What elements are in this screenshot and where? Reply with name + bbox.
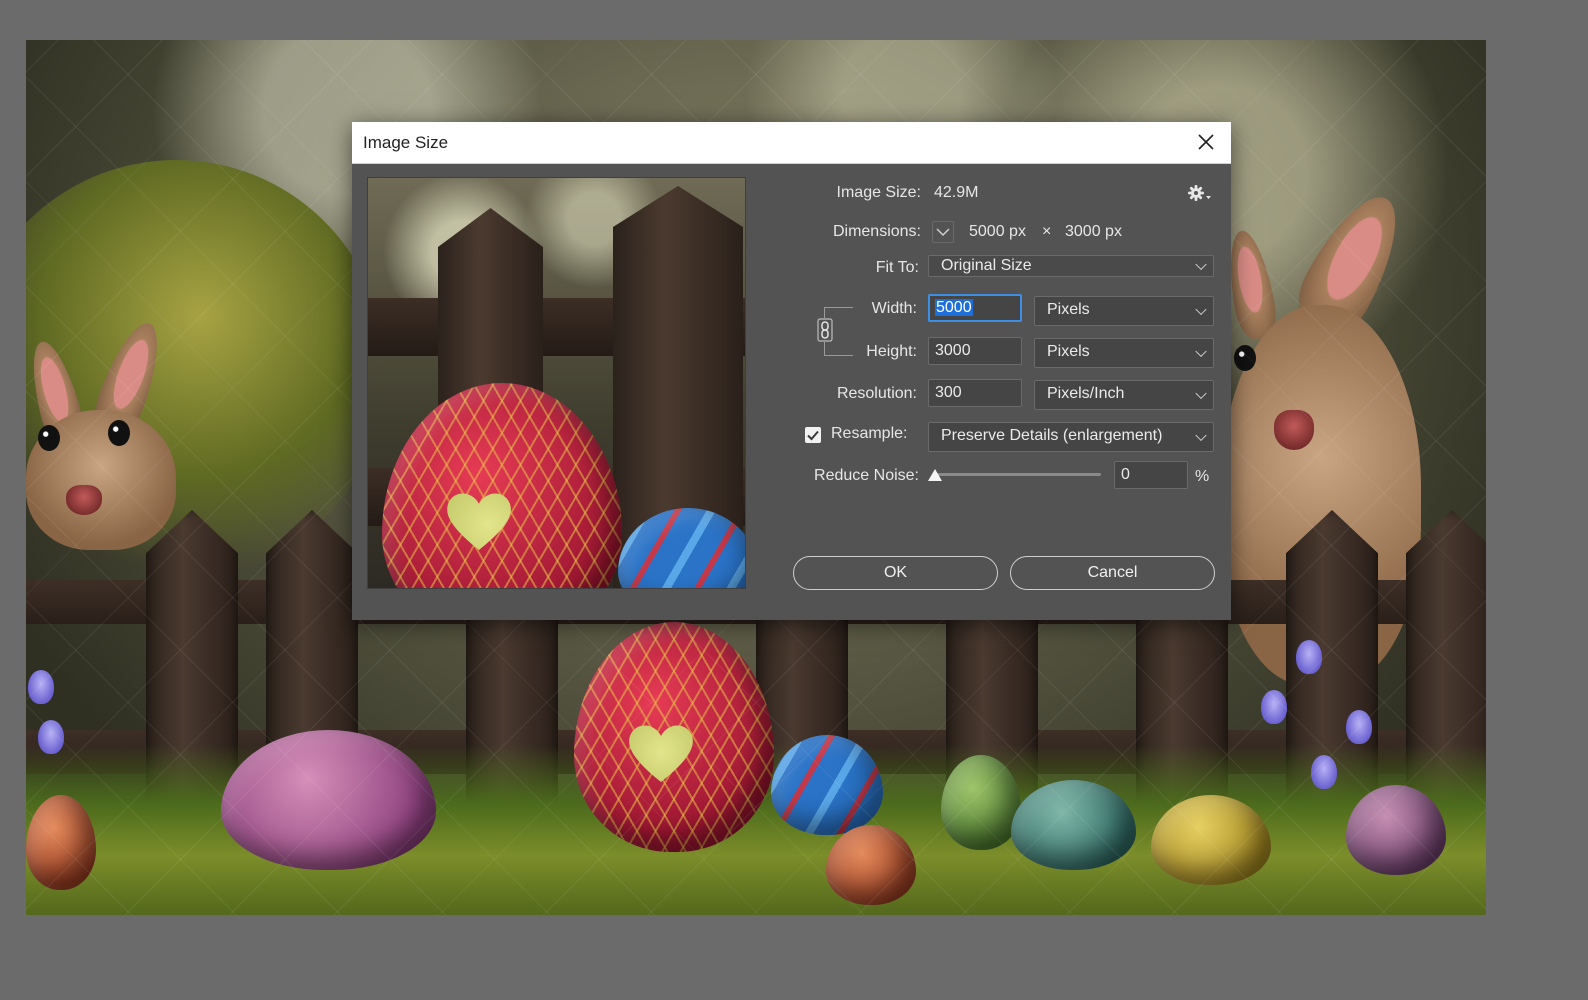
resolution-unit-select[interactable]: Pixels/Inch [1034,380,1214,410]
height-unit-value: Pixels [1047,343,1090,360]
chevron-down-icon [1195,387,1207,400]
width-input[interactable]: 5000 [928,294,1022,322]
left-bunny-eye [108,420,130,446]
dialog-titlebar[interactable]: Image Size [352,122,1231,164]
resolution-value: 300 [935,384,962,401]
bluebell-flower [28,670,54,704]
settings-button[interactable] [1187,184,1213,204]
dimensions-label: Dimensions: [832,223,921,240]
reduce-noise-label: Reduce Noise: [814,467,919,484]
chevron-down-icon [1195,303,1207,316]
fit-to-value: Original Size [941,257,1032,274]
dimensions-height-value: 3000 px [1065,223,1122,240]
chevron-down-icon [1195,429,1207,442]
constrain-bracket-bottom [824,341,853,356]
reduce-noise-slider-track[interactable] [935,473,1101,476]
fit-to-select[interactable]: Original Size [928,255,1214,277]
chevron-down-icon [936,228,950,237]
close-x-icon [1198,134,1214,150]
resample-checkbox[interactable] [805,427,821,443]
left-bunny-eye [38,425,60,451]
image-size-dialog: Image Size Image Size: 42.9M Dimensions:… [352,122,1231,620]
resolution-unit-value: Pixels/Inch [1047,385,1125,402]
chain-link-icon [817,318,833,342]
reduce-noise-value: 0 [1121,466,1130,483]
dimensions-times-symbol: × [1042,223,1052,240]
dialog-title: Image Size [363,133,449,152]
resolution-label: Resolution: [836,385,917,402]
height-input[interactable]: 3000 [928,337,1022,365]
width-value: 5000 [935,299,973,316]
right-bunny-eye [1234,345,1256,371]
resample-method-select[interactable]: Preserve Details (enlargement) [928,422,1214,452]
chevron-down-icon [1195,345,1207,358]
reduce-noise-input[interactable]: 0 [1114,461,1188,489]
width-label: Width: [871,300,917,317]
checkmark-icon [807,430,819,441]
reduce-noise-slider-thumb[interactable] [928,469,942,481]
bluebell-flower [1296,640,1322,674]
close-button[interactable] [1189,126,1223,158]
constrain-proportions-toggle[interactable] [817,318,833,342]
image-preview[interactable] [367,177,746,589]
resolution-input[interactable]: 300 [928,379,1022,407]
gear-icon [1188,185,1211,201]
ok-button[interactable]: OK [793,556,998,590]
bluebell-flower [1311,755,1337,789]
width-unit-value: Pixels [1047,301,1090,318]
height-unit-select[interactable]: Pixels [1034,338,1214,368]
resample-label: Resample: [831,425,908,442]
dimensions-width-value: 5000 px [969,223,1026,240]
reduce-noise-unit: % [1195,468,1210,485]
bluebell-flower [1346,710,1372,744]
fit-to-label: Fit To: [875,259,919,276]
height-value: 3000 [935,342,971,359]
dimensions-dropdown[interactable] [932,221,954,243]
cancel-button[interactable]: Cancel [1010,556,1215,590]
resample-method-value: Preserve Details (enlargement) [941,427,1163,444]
image-size-label: Image Size: [836,184,921,201]
width-unit-select[interactable]: Pixels [1034,296,1214,326]
height-label: Height: [866,343,917,360]
right-bunny-mouth [1274,410,1314,450]
image-size-value: 42.9M [934,184,979,201]
preview-red-egg [382,383,622,588]
bluebell-flower [1261,690,1287,724]
chevron-down-icon [1195,258,1207,271]
bluebell-flower [38,720,64,754]
